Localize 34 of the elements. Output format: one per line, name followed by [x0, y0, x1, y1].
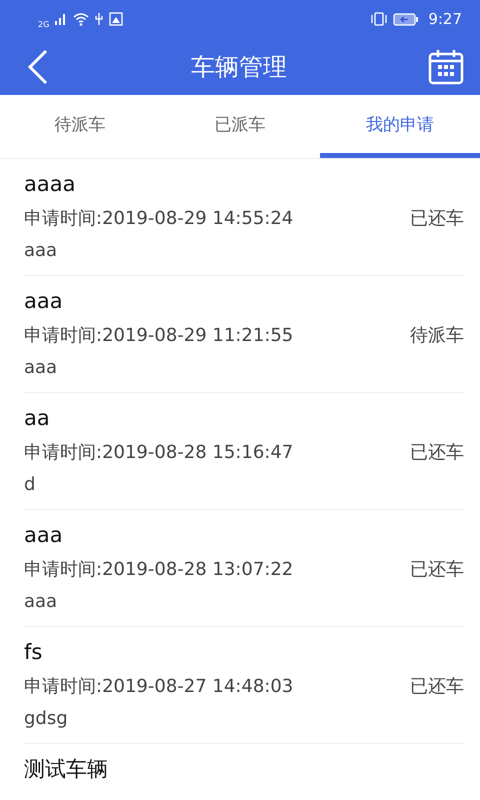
tab[interactable]: 我的申请 [320, 95, 480, 158]
battery-icon [393, 12, 420, 26]
status-label: 已还车 [410, 441, 464, 465]
item-note: aaa [24, 590, 58, 614]
request-time: 申请时间:2019-08-29 11:21:55 [24, 324, 294, 348]
request-time: 申请时间:2019-08-29 14:55:24 [24, 207, 294, 231]
request-time: 申请时间:2019-08-28 13:07:22 [24, 558, 294, 582]
wifi-icon [73, 12, 90, 26]
back-icon[interactable] [26, 48, 50, 84]
item-title: 测试车辆 [24, 756, 108, 783]
tab[interactable]: 待派车 [0, 95, 160, 158]
network-label: 2G [38, 20, 50, 28]
status-label: 待派车 [410, 324, 464, 348]
item-title: fs [24, 639, 42, 666]
item-note: gdsg [24, 707, 68, 731]
item-title: aaa [24, 288, 63, 315]
item-note: aaa [24, 239, 58, 263]
status-label: 已还车 [410, 207, 464, 231]
status-label: 已还车 [410, 558, 464, 582]
status-label: 已还车 [410, 675, 464, 699]
item-note: aaa [24, 356, 58, 380]
usb-icon [94, 12, 104, 26]
item-title: aaaa [24, 171, 76, 198]
request-time: 申请时间:2019-08-27 14:48:03 [24, 675, 294, 699]
page-title: 车辆管理 [191, 52, 287, 82]
image-icon [109, 12, 124, 26]
tab[interactable]: 已派车 [160, 95, 320, 158]
vibrate-icon [370, 12, 388, 26]
item-title: aa [24, 405, 50, 432]
item-title: aaa [24, 522, 63, 549]
item-note: d [24, 473, 36, 497]
clock: 9:27 [428, 10, 462, 28]
request-time: 申请时间:2019-08-28 15:16:47 [24, 441, 294, 465]
calendar-icon[interactable] [428, 48, 464, 84]
